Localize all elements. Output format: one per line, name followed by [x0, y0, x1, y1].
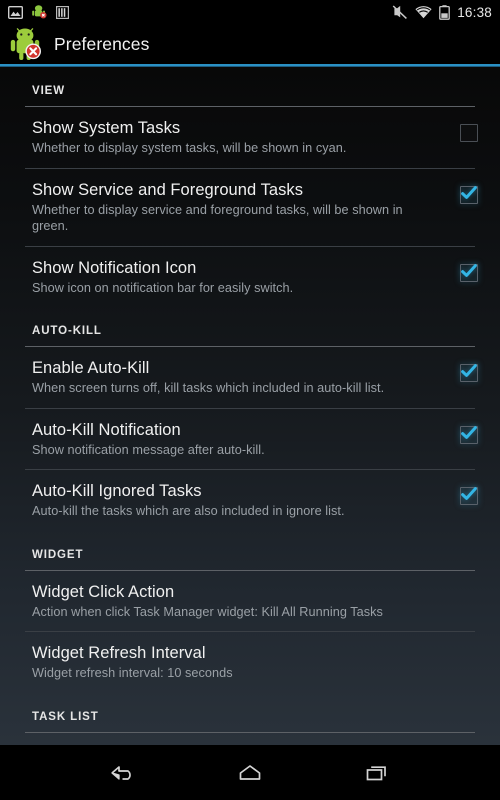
action-bar: Preferences: [0, 24, 500, 64]
preference-widget: [438, 358, 500, 382]
android-screen: 16:38 Preferences VIEW Show System Tasks W…: [0, 0, 500, 800]
preference-title: Enable Auto-Kill: [32, 359, 150, 377]
preference-row[interactable]: Show Notification Icon Show icon on notif…: [0, 247, 500, 308]
preference-text: Auto-Kill Notification Show notification …: [32, 420, 438, 459]
preference-summary: Show notification message after auto-kil…: [32, 442, 265, 457]
preference-title: Auto-Kill Notification: [32, 420, 181, 439]
checkbox-box: [460, 124, 478, 142]
task-bars-icon: [56, 5, 69, 19]
preference-row[interactable]: Auto-Kill Notification Show notification …: [0, 409, 500, 470]
app-notification-icon: [32, 5, 47, 19]
preference-summary: Whether to display system tasks, will be…: [32, 141, 347, 155]
checkbox-checked[interactable]: [460, 364, 478, 382]
preference-widget: [438, 258, 500, 282]
preference-title: Widget Refresh Interval: [32, 644, 206, 662]
section-header: TASK LIST: [0, 693, 500, 729]
preference-widget: [438, 481, 500, 505]
preference-summary: Whether to display service and foregroun…: [32, 202, 403, 234]
preference-row[interactable]: Task Click ActionAction when click item …: [0, 733, 500, 746]
preference-title: Show Service and Foreground Tasks: [32, 180, 303, 199]
section-header-label: WIDGET: [32, 548, 84, 561]
preference-row[interactable]: Auto-Kill Ignored Tasks Auto-kill the tas…: [0, 470, 500, 531]
preference-row[interactable]: Show System Tasks Whether to display syst…: [0, 107, 500, 168]
check-icon: [459, 261, 479, 286]
checkbox-unchecked[interactable]: [460, 124, 478, 142]
section-header: AUTO-KILL: [0, 307, 500, 343]
back-icon[interactable]: [96, 753, 150, 793]
checkbox-checked[interactable]: [460, 185, 478, 204]
section-header-label: TASK LIST: [32, 710, 99, 723]
preference-text: Auto-Kill Ignored Tasks Auto-kill the tas…: [32, 481, 438, 520]
preference-title: Show Notification Icon: [32, 258, 197, 277]
check-icon: [459, 484, 479, 509]
preferences-list[interactable]: VIEW Show System Tasks Whether to display …: [0, 67, 500, 745]
preference-widget: [438, 180, 500, 204]
preference-row[interactable]: Show Service and Foreground Tasks Whether…: [0, 169, 500, 246]
screenshot-icon: [8, 5, 23, 19]
preference-summary: When screen turns off, kill tasks which …: [32, 381, 385, 395]
status-bar: 16:38: [0, 0, 500, 24]
preference-text: Show System Tasks Whether to display syst…: [32, 118, 438, 157]
preference-summary: Show icon on notification bar for easily…: [32, 280, 294, 295]
preference-title: Widget Click Action: [32, 582, 175, 601]
preference-row[interactable]: Enable Auto-Kill When screen turns off, k…: [0, 347, 500, 408]
section-header: WIDGET: [0, 531, 500, 567]
preference-text: Show Notification Icon Show icon on notif…: [32, 258, 438, 297]
preference-text: Show Service and Foreground Tasks Whether…: [32, 180, 438, 235]
checkbox-checked[interactable]: [460, 487, 478, 505]
home-icon[interactable]: [223, 753, 277, 793]
preference-text: Widget Refresh Interval Widget refresh in…: [32, 643, 500, 682]
page-title: Preferences: [54, 33, 150, 54]
preference-widget: [438, 118, 500, 142]
preference-row[interactable]: Widget Click Action Action when click Tas…: [0, 571, 500, 632]
preference-summary: Action when click Task Manager widget: K…: [32, 604, 383, 619]
recents-icon[interactable]: [350, 753, 404, 793]
checkbox-checked[interactable]: [460, 263, 478, 282]
navigation-bar: [0, 745, 500, 800]
ringer-muted-icon: [392, 4, 408, 20]
check-icon: [459, 423, 479, 448]
preference-widget: [438, 420, 500, 444]
preference-summary: Widget refresh interval: 10 seconds: [32, 666, 233, 680]
preference-title: Auto-Kill Ignored Tasks: [32, 482, 202, 500]
battery-icon: [439, 4, 451, 20]
section-header-label: AUTO-KILL: [32, 325, 102, 337]
wifi-icon: [415, 5, 432, 19]
preference-row[interactable]: Widget Refresh Interval Widget refresh in…: [0, 632, 500, 693]
preference-text: Enable Auto-Kill When screen turns off, k…: [32, 358, 438, 397]
checkbox-checked[interactable]: [460, 425, 478, 444]
android-kill-icon[interactable]: [10, 27, 44, 61]
check-icon: [459, 361, 479, 386]
status-bar-notification-icons: [8, 5, 69, 19]
status-bar-system-icons: 16:38: [392, 5, 492, 20]
preference-summary: Auto-kill the tasks which are also inclu…: [32, 504, 345, 518]
section-header: VIEW: [0, 67, 500, 103]
check-icon: [459, 183, 479, 208]
section-header-label: VIEW: [32, 85, 65, 97]
preference-text: Widget Click Action Action when click Tas…: [32, 582, 500, 621]
status-bar-clock: 16:38: [457, 4, 492, 20]
preference-title: Show System Tasks: [32, 119, 181, 137]
